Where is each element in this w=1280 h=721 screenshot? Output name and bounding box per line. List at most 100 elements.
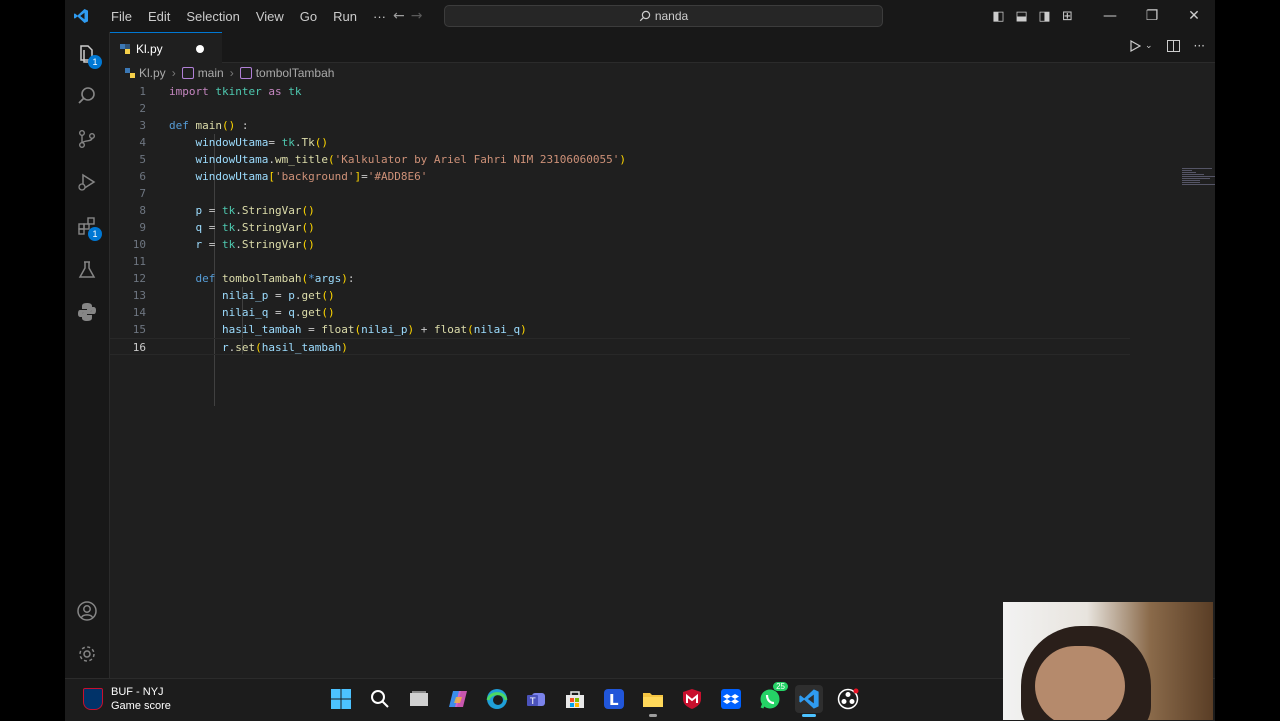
taskbar-apps: T L 25 (327, 682, 862, 717)
editor-tabs: Kl.py ⌄ ··· (110, 32, 1215, 64)
python-file-icon (120, 43, 130, 54)
breadcrumb: Kl.py › main › tombolTambah (125, 64, 334, 82)
code-text: windowUtama= tk.Tk() (195, 136, 328, 149)
title-bar: File Edit Selection View Go Run ··· ← → … (65, 0, 1215, 32)
code-line[interactable]: 11 (110, 253, 1130, 270)
svg-text:L: L (609, 691, 619, 709)
chevron-right-icon: › (171, 66, 176, 80)
whatsapp-icon[interactable]: 25 (756, 682, 788, 713)
code-line[interactable]: 7 (110, 185, 1130, 202)
line-number: 12 (132, 272, 146, 285)
tab-label: Kl.py (136, 41, 163, 56)
window-controls: ◧ ⬓ ◨ ⊞ — ❐ ✕ (987, 0, 1215, 32)
source-control-icon[interactable] (75, 127, 99, 151)
widget-caption: Game score (111, 700, 171, 712)
mcafee-icon[interactable] (678, 685, 706, 713)
python-file-icon (125, 68, 135, 78)
accounts-icon[interactable] (75, 599, 99, 623)
function-symbol-icon (181, 67, 194, 79)
menu-view[interactable]: View (248, 9, 292, 24)
restore-button[interactable]: ❐ (1131, 8, 1173, 24)
code-line[interactable]: 5 windowUtama.wm_title('Kalkulator by Ar… (110, 151, 1130, 168)
python-icon[interactable] (75, 300, 99, 324)
run-debug-icon[interactable] (75, 170, 99, 194)
toggle-primary-sidebar-icon[interactable]: ◧ (987, 9, 1010, 24)
split-editor-icon[interactable] (1166, 40, 1180, 52)
whatsapp-badge: 25 (773, 682, 788, 691)
back-arrow-icon[interactable]: ← (393, 8, 405, 24)
task-view-icon[interactable] (405, 685, 433, 713)
code-line[interactable]: 10 r = tk.StringVar() (110, 236, 1130, 253)
forward-arrow-icon[interactable]: → (411, 8, 423, 24)
settings-gear-icon[interactable] (75, 642, 99, 666)
navigation-arrows: ← → (393, 8, 422, 24)
minimize-button[interactable]: — (1089, 8, 1131, 24)
search-icon[interactable] (75, 84, 99, 108)
widget-score: BUF - NYJ (111, 686, 164, 698)
customize-layout-icon[interactable]: ⊞ (1056, 9, 1079, 24)
file-explorer-icon[interactable] (639, 685, 667, 717)
menu-edit[interactable]: Edit (140, 9, 178, 24)
code-line[interactable]: 3 def main() : (110, 117, 1130, 134)
line-number: 3 (139, 119, 146, 132)
line-number: 5 (139, 153, 146, 166)
code-line[interactable]: 6 windowUtama['background']='#ADD8E6' (110, 168, 1130, 185)
obs-studio-icon[interactable] (834, 685, 862, 713)
lark-l-icon[interactable]: L (600, 685, 628, 713)
menu-run[interactable]: Run (325, 9, 365, 24)
breadcrumb-main[interactable]: main (198, 66, 224, 80)
code-line[interactable]: 15 hasil_tambah = float(nilai_p) + float… (110, 321, 1130, 338)
microsoft-store-icon[interactable] (561, 685, 589, 713)
run-python-file-icon[interactable] (1129, 40, 1141, 52)
code-line[interactable]: 13 nilai_p = p.get() (110, 287, 1130, 304)
minimap[interactable] (1182, 167, 1215, 187)
extensions-icon[interactable]: 1 (75, 214, 102, 241)
code-line[interactable]: 14 nilai_q = q.get() (110, 304, 1130, 321)
vscode-taskbar-icon[interactable] (795, 685, 823, 717)
taskbar-search-icon[interactable] (366, 685, 394, 713)
unsaved-dot-icon[interactable] (196, 45, 204, 53)
line-number: 14 (132, 306, 146, 319)
code-line[interactable]: 12 def tombolTambah(*args): (110, 270, 1130, 287)
dropbox-icon[interactable] (717, 685, 745, 713)
copilot-icon[interactable] (444, 685, 472, 713)
tab-kl-py[interactable]: Kl.py (110, 32, 222, 64)
code-text: import tkinter as tk (169, 85, 302, 98)
command-center-search[interactable]: nanda (444, 5, 883, 27)
code-line[interactable]: 4 windowUtama= tk.Tk() (110, 134, 1130, 151)
windows-start-icon[interactable] (327, 685, 355, 713)
breadcrumb-file[interactable]: Kl.py (139, 66, 166, 80)
code-text: def tombolTambah(*args): (195, 272, 355, 285)
code-text: def main() : (169, 119, 249, 132)
menu-selection[interactable]: Selection (178, 9, 247, 24)
line-number: 11 (132, 255, 146, 268)
teams-icon[interactable]: T (522, 685, 550, 713)
code-editor[interactable]: 1 import tkinter as tk 2 3 def main() : 4 win… (110, 83, 1215, 643)
extensions-badge: 1 (88, 227, 102, 241)
vscode-logo-icon (74, 9, 88, 23)
toggle-panel-icon[interactable]: ⬓ (1010, 9, 1033, 24)
code-line[interactable]: 8 p = tk.StringVar() (110, 202, 1130, 219)
sports-widget[interactable]: BUF - NYJ Game score (83, 685, 171, 713)
code-line[interactable]: 9 q = tk.StringVar() (110, 219, 1130, 236)
explorer-badge: 1 (88, 55, 102, 69)
menu-go[interactable]: Go (292, 9, 325, 24)
code-text: hasil_tambah = float(nilai_p) + float(ni… (221, 323, 527, 336)
code-text: p = tk.StringVar() (195, 204, 315, 217)
line-number: 1 (139, 85, 146, 98)
menu-more[interactable]: ··· (365, 9, 394, 24)
code-line[interactable]: 2 (110, 100, 1130, 117)
code-text: r.set(hasil_tambah) (221, 341, 348, 354)
breadcrumb-tombol-tambah[interactable]: tombolTambah (256, 66, 335, 80)
more-actions-icon[interactable]: ··· (1194, 39, 1205, 53)
explorer-icon[interactable]: 1 (75, 42, 102, 69)
menu-file[interactable]: File (103, 9, 140, 24)
close-button[interactable]: ✕ (1173, 8, 1215, 24)
edge-browser-icon[interactable] (483, 685, 511, 713)
code-line[interactable]: 16 r.set(hasil_tambah) (110, 338, 1130, 355)
run-dropdown-chevron-icon[interactable]: ⌄ (1145, 41, 1153, 51)
code-line[interactable]: 1 import tkinter as tk (110, 83, 1130, 100)
code-text: windowUtama.wm_title('Kalkulator by Arie… (195, 153, 627, 166)
toggle-secondary-sidebar-icon[interactable]: ◨ (1033, 9, 1056, 24)
testing-icon[interactable] (75, 258, 99, 282)
